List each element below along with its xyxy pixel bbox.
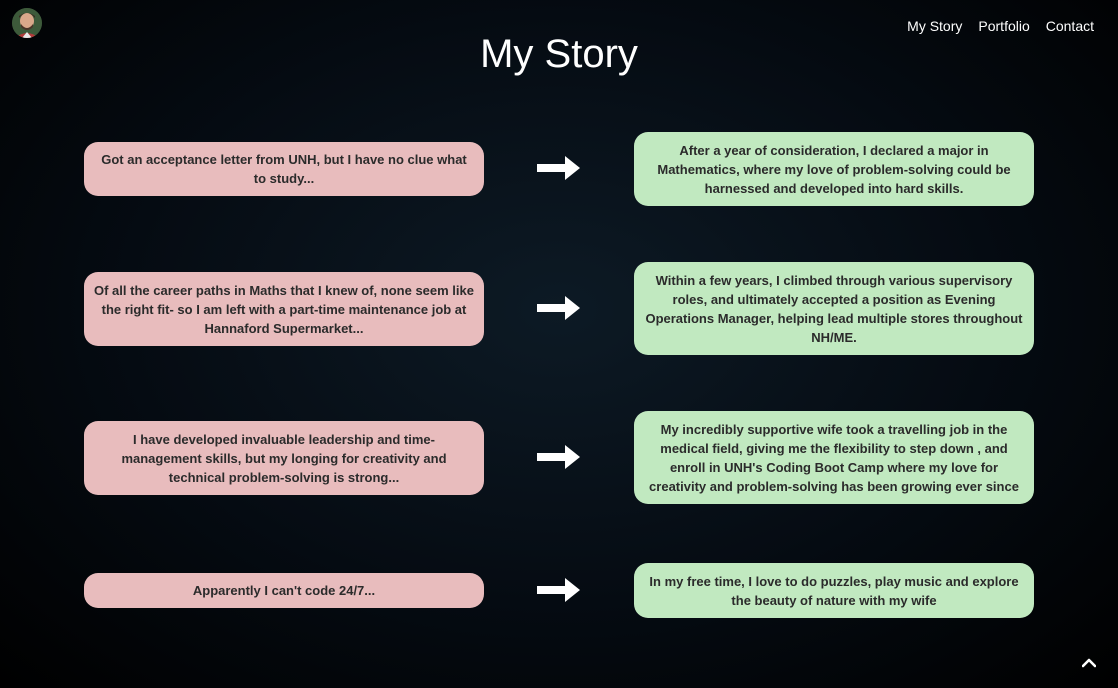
story-before-card: Of all the career paths in Maths that I … — [84, 272, 484, 346]
story-timeline: Got an acceptance letter from UNH, but I… — [0, 0, 1118, 688]
story-after-card: After a year of consideration, I declare… — [634, 132, 1034, 206]
story-after-card: Within a few years, I climbed through va… — [634, 262, 1034, 355]
story-before-card: Got an acceptance letter from UNH, but I… — [84, 142, 484, 196]
story-before-card: I have developed invaluable leadership a… — [84, 421, 484, 495]
story-before-card: Apparently I can't code 24/7... — [84, 573, 484, 608]
right-arrow-icon — [537, 445, 580, 469]
chevron-up-icon[interactable] — [1082, 658, 1096, 668]
right-arrow-icon — [537, 296, 580, 320]
right-arrow-icon — [537, 578, 580, 602]
story-after-card: In my free time, I love to do puzzles, p… — [634, 563, 1034, 618]
story-after-card: My incredibly supportive wife took a tra… — [634, 411, 1034, 504]
right-arrow-icon — [537, 156, 580, 180]
